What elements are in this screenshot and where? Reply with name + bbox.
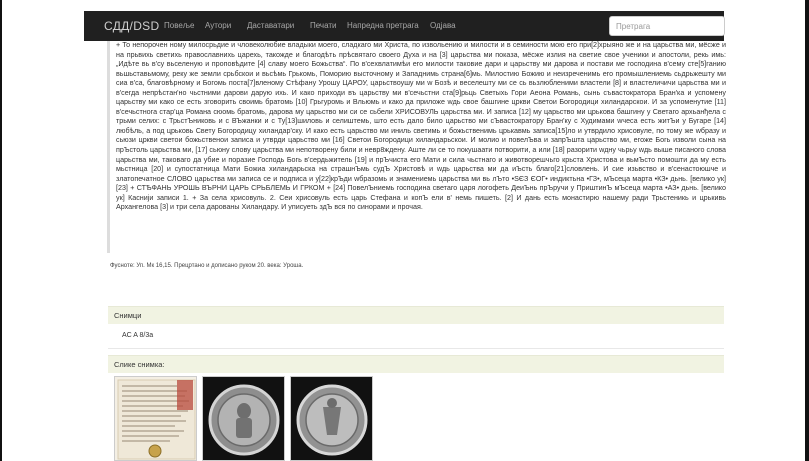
nav-link-advanced-search[interactable]: Напредна претрага bbox=[347, 11, 419, 41]
images-panel-header: Слике снимка: bbox=[108, 355, 724, 373]
recordings-panel-header: Снимци bbox=[108, 306, 724, 324]
nav-link-issuers[interactable]: Даставатари bbox=[247, 11, 294, 41]
recordings-panel-body: AC A 8/3a bbox=[108, 324, 724, 349]
nav-link-logout[interactable]: Одјава bbox=[430, 11, 456, 41]
nav-link-seals[interactable]: Печати bbox=[310, 11, 337, 41]
charter-text: + То непорочен ному милосрьдие и чловеко… bbox=[116, 41, 726, 212]
nav-link-authors[interactable]: Аутори bbox=[205, 11, 231, 41]
brand-logo[interactable]: СДД/DSD bbox=[104, 11, 159, 41]
search-input[interactable] bbox=[609, 16, 725, 36]
charter-text-block: + То непорочен ному милосрьдие и чловеко… bbox=[107, 41, 726, 253]
seal-reverse-thumbnail[interactable] bbox=[290, 376, 373, 461]
charter-scan-thumbnail[interactable] bbox=[114, 376, 197, 461]
seal-reverse-icon bbox=[291, 377, 372, 460]
archive-signature: AC A 8/3a bbox=[122, 332, 154, 339]
window-frame-right bbox=[805, 0, 809, 461]
top-navbar: СДД/DSD Повеље Аутори Даставатари Печати… bbox=[84, 11, 725, 41]
seal-obverse-thumbnail[interactable] bbox=[202, 376, 285, 461]
footnotes: Фусноте: Уп. Мк 16,15. Прецртано и допис… bbox=[110, 263, 304, 269]
charter-scan-icon bbox=[115, 377, 196, 460]
seal-obverse-icon bbox=[203, 377, 284, 460]
nav-link-charters[interactable]: Повеље bbox=[164, 11, 195, 41]
window-frame-left bbox=[0, 0, 2, 461]
